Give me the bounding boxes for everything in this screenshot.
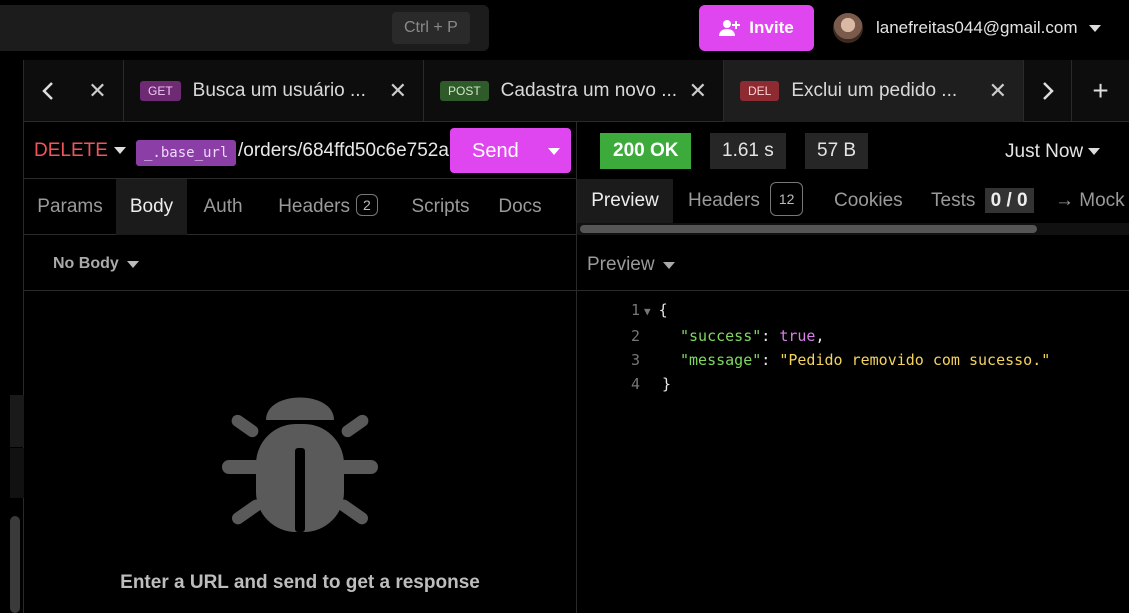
tab-title: Busca um usuário ... [192, 80, 366, 101]
tab-body[interactable]: Body [116, 179, 187, 235]
code-line: 1 ▼{ [600, 298, 1050, 324]
send-label: Send [472, 140, 519, 162]
response-time: 1.61 s [710, 133, 786, 169]
tab-headers[interactable]: Headers 2 [259, 179, 397, 235]
response-json-viewer[interactable]: 1 ▼{ 2 "success": true, 3 "message": "Pedid… [600, 298, 1050, 396]
tab-preview[interactable]: Preview [577, 179, 673, 223]
tab-request-get[interactable]: GET Busca um usuário ... ✕ [124, 60, 424, 122]
method-chevron-down-icon[interactable] [114, 147, 126, 154]
tab-scripts[interactable]: Scripts [397, 179, 484, 235]
code-line: 2 "success": true, [600, 324, 1050, 348]
tab-title: Cadastra um novo ... [500, 80, 677, 101]
sidebar-scrollbar[interactable] [10, 516, 20, 613]
status-badge: 200 OK [600, 133, 692, 169]
preview-mode-dropdown[interactable]: Preview [587, 254, 675, 276]
fold-chevron-down-icon[interactable]: ▼ [644, 305, 651, 318]
user-email[interactable]: lanefreitas044@gmail.com [876, 18, 1078, 38]
tab-tests[interactable]: Tests 0 / 0 [931, 179, 1034, 223]
tab-mock[interactable]: → Mock [1055, 179, 1125, 223]
code-line: 3 "message": "Pedido removido com sucesso… [600, 348, 1050, 372]
line-number: 4 [630, 375, 640, 393]
tab-params[interactable]: Params [24, 179, 116, 235]
close-icon[interactable]: ✕ [689, 78, 707, 104]
plus-icon: + [1092, 75, 1109, 106]
sidebar-fragment [10, 448, 24, 498]
send-button[interactable]: Send [450, 128, 571, 173]
json-value: "Pedido removido com sucesso." [779, 351, 1051, 369]
tab-response-headers[interactable]: Headers 12 [688, 179, 804, 223]
history-dropdown[interactable]: Just Now [1005, 141, 1083, 163]
response-size: 57 B [805, 133, 869, 169]
close-icon[interactable]: ✕ [389, 78, 407, 104]
method-badge: POST [440, 81, 489, 101]
chevron-down-icon [126, 260, 139, 268]
headers-count-badge: 2 [356, 193, 378, 216]
invite-button[interactable]: Invite [699, 5, 814, 51]
invite-label: Invite [749, 18, 794, 37]
code-line: 4} [600, 372, 1050, 396]
tab-request-post[interactable]: POST Cadastra um novo ... ✕ [424, 60, 724, 122]
scroll-tabs-left-button[interactable] [24, 60, 72, 122]
base-url-variable[interactable]: _.base_url [136, 140, 237, 166]
avatar[interactable] [833, 13, 863, 43]
body-type-dropdown[interactable]: No Body [53, 255, 139, 273]
empty-state-message: Enter a URL and send to get a response [120, 572, 480, 593]
chevron-left-icon [42, 82, 53, 100]
method-badge: GET [140, 81, 181, 101]
tabs-scrollbar-thumb[interactable] [580, 225, 1037, 233]
preview-label: Preview [587, 254, 655, 275]
line-number: 2 [630, 327, 640, 345]
tab-cookies[interactable]: Cookies [834, 179, 903, 223]
scroll-tabs-right-button[interactable] [1024, 60, 1072, 122]
tab-docs[interactable]: Docs [484, 179, 556, 235]
no-body-label: No Body [53, 255, 119, 272]
close-icon[interactable]: ✕ [989, 78, 1007, 104]
json-value: true [779, 327, 816, 345]
method-badge: DEL [740, 81, 780, 101]
json-key: "success" [680, 327, 762, 345]
url-input[interactable]: /orders/684ffd50c6e752a [238, 140, 450, 162]
chevron-down-icon [662, 261, 675, 269]
line-number: 3 [630, 351, 640, 369]
shortcut-hint: Ctrl + P [392, 12, 470, 44]
add-tab-button[interactable]: + [1072, 60, 1129, 122]
tab-response-headers-label: Headers [688, 190, 760, 211]
account-chevron-down-icon[interactable] [1089, 25, 1101, 32]
history-chevron-down-icon[interactable] [1088, 148, 1100, 155]
close-icon[interactable]: ✕ [72, 60, 124, 122]
method-select[interactable]: DELETE [34, 140, 108, 162]
tab-headers-label: Headers [278, 196, 351, 217]
tab-auth[interactable]: Auth [187, 179, 259, 235]
sidebar-fragment [10, 395, 24, 447]
chevron-right-icon [1042, 82, 1054, 100]
json-key: "message" [680, 351, 762, 369]
add-user-icon [719, 20, 741, 36]
tests-count-badge: 0 / 0 [984, 188, 1034, 213]
tab-title: Exclui um pedido ... [791, 80, 958, 101]
tab-tests-label: Tests [931, 190, 976, 211]
tab-request-delete[interactable]: DEL Exclui um pedido ... ✕ [724, 60, 1024, 122]
response-headers-count-badge: 12 [769, 181, 804, 216]
bug-icon [222, 397, 378, 532]
send-options-chevron-down-icon[interactable] [548, 148, 560, 155]
line-number: 1 [630, 301, 640, 319]
